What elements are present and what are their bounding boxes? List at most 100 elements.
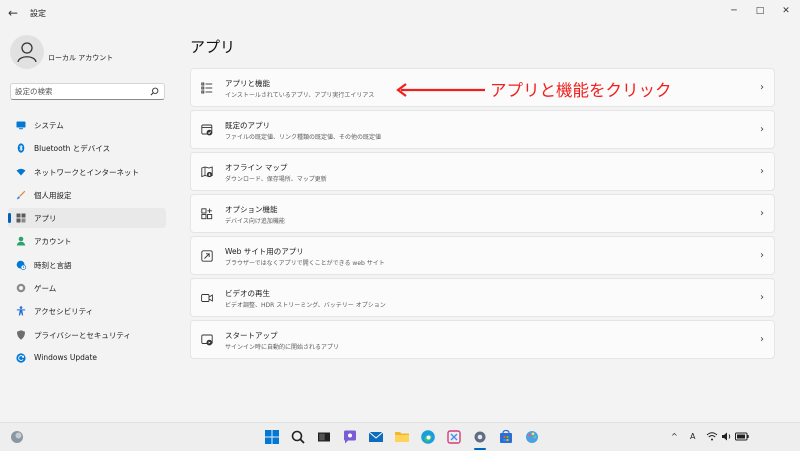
accessibility-icon <box>16 306 26 316</box>
person-icon <box>16 237 26 246</box>
avatar <box>10 35 44 69</box>
sidebar-item-label: アプリ <box>34 214 57 224</box>
annotation-arrow <box>396 83 485 97</box>
card-apps-for-websites[interactable]: Web サイト用のアプリ ブラウザーではなくアプリで開くことができる web サ… <box>190 236 775 275</box>
battery-icon[interactable] <box>735 432 749 441</box>
task-view-icon[interactable] <box>316 429 332 445</box>
sidebar-item-accessibility[interactable]: アクセシビリティ <box>8 301 166 321</box>
paint-icon[interactable] <box>524 429 540 445</box>
open-external-icon <box>201 250 213 262</box>
startup-icon <box>201 334 213 346</box>
chevron-right-icon: › <box>760 208 764 219</box>
sidebar-item-bluetooth[interactable]: Bluetooth とデバイス <box>8 138 166 158</box>
store-icon[interactable] <box>498 429 514 445</box>
gamepad-icon <box>16 283 26 293</box>
apps-icon <box>16 213 26 223</box>
sidebar-item-label: ゲーム <box>34 284 57 294</box>
card-description: ファイルの既定値、リンク種類の既定値、その他の既定値 <box>225 134 382 141</box>
card-offline-maps[interactable]: オフライン マップ ダウンロード、保存場所、マップ更新 › <box>190 152 775 191</box>
chevron-right-icon: › <box>760 292 764 303</box>
chevron-right-icon: › <box>760 250 764 261</box>
brush-icon <box>16 190 26 200</box>
back-button[interactable]: ← <box>8 7 20 19</box>
search-input[interactable] <box>15 85 145 98</box>
sidebar-item-system[interactable]: システム <box>8 115 166 135</box>
card-title: 既定のアプリ <box>225 121 270 130</box>
settings-card-list: アプリと機能 インストールされているアプリ、アプリ実行エイリアス › 既定のアプ… <box>190 68 775 362</box>
sidebar-item-label: 時刻と言語 <box>34 260 72 270</box>
settings-icon[interactable] <box>472 429 488 445</box>
sidebar-item-label: アカウント <box>34 237 72 247</box>
file-explorer-icon[interactable] <box>394 429 410 445</box>
taskbar: ^ A <box>0 422 800 451</box>
sidebar-item-label: Windows Update <box>34 352 98 362</box>
volume-icon[interactable] <box>721 431 733 442</box>
card-title: オフライン マップ <box>225 163 288 172</box>
list-icon <box>201 82 213 94</box>
globe-clock-icon <box>16 260 26 270</box>
video-icon <box>201 294 213 302</box>
chevron-right-icon: › <box>760 334 764 345</box>
user-profile[interactable]: ローカル アカウント <box>10 35 170 75</box>
sidebar-nav: システム Bluetooth とデバイス ネットワークとインターネット 個人用設… <box>8 115 166 371</box>
mail-icon[interactable] <box>368 429 384 445</box>
tray-overflow-chevron[interactable]: ^ <box>671 432 678 441</box>
sidebar-item-network[interactable]: ネットワークとインターネット <box>8 162 166 182</box>
page-title: アプリ <box>190 38 236 56</box>
card-description: サインイン時に自動的に開始されるアプリ <box>225 344 340 351</box>
update-icon <box>16 353 26 363</box>
snipping-icon[interactable] <box>446 429 462 445</box>
card-description: ビデオ調整、HDR ストリーミング、バッテリー オプション <box>225 302 386 309</box>
sidebar-item-gaming[interactable]: ゲーム <box>8 278 166 298</box>
card-description: ダウンロード、保存場所、マップ更新 <box>225 176 327 183</box>
card-title: オプション機能 <box>225 205 278 214</box>
minimize-button[interactable]: ─ <box>724 4 744 18</box>
chevron-right-icon: › <box>760 166 764 177</box>
sidebar-item-label: Bluetooth とデバイス <box>34 144 111 154</box>
card-default-apps[interactable]: 既定のアプリ ファイルの既定値、リンク種類の既定値、その他の既定値 › <box>190 110 775 149</box>
sidebar-item-label: システム <box>34 121 64 130</box>
card-title: スタートアップ <box>225 331 278 340</box>
title-bar: ← 設定 ─ □ ✕ <box>0 0 800 26</box>
shield-icon <box>17 329 25 340</box>
person-icon <box>17 42 37 63</box>
card-description: ブラウザーではなくアプリで開くことができる web サイト <box>225 260 385 267</box>
sidebar-item-time-language[interactable]: 時刻と言語 <box>8 255 166 275</box>
sidebar-item-apps[interactable]: アプリ <box>8 208 166 229</box>
sidebar-item-label: プライバシーとセキュリティ <box>34 330 131 340</box>
close-button[interactable]: ✕ <box>776 4 796 18</box>
chevron-right-icon: › <box>760 82 764 93</box>
wifi-icon[interactable] <box>706 431 718 442</box>
input-language-indicator[interactable]: A <box>690 432 695 441</box>
annotation-text: アプリと機能をクリック <box>490 81 672 100</box>
bluetooth-icon <box>17 143 25 153</box>
optional-features-icon <box>201 208 213 220</box>
wifi-icon <box>16 168 26 176</box>
weather-widget-icon[interactable] <box>10 430 24 444</box>
sidebar-item-label: アクセシビリティ <box>34 307 94 317</box>
card-description: インストールされているアプリ、アプリ実行エイリアス <box>225 92 375 99</box>
card-title: ビデオの再生 <box>225 289 270 298</box>
card-startup[interactable]: スタートアップ サインイン時に自動的に開始されるアプリ › <box>190 320 775 359</box>
search-icon[interactable] <box>150 87 159 96</box>
chat-icon[interactable] <box>342 429 358 445</box>
maximize-button[interactable]: □ <box>750 4 770 18</box>
search-icon[interactable] <box>290 429 306 445</box>
monitor-icon <box>16 121 26 130</box>
settings-search[interactable] <box>10 83 165 100</box>
card-optional-features[interactable]: オプション機能 デバイス向け追加機能 › <box>190 194 775 233</box>
map-icon <box>201 166 213 178</box>
window-title: 設定 <box>30 9 46 18</box>
sidebar-item-label: 個人用設定 <box>34 190 72 200</box>
chevron-right-icon: › <box>760 124 764 135</box>
sidebar-item-personalization[interactable]: 個人用設定 <box>8 185 166 205</box>
card-title: アプリと機能 <box>225 79 270 88</box>
windows-start-icon[interactable] <box>264 429 280 445</box>
card-video-playback[interactable]: ビデオの再生 ビデオ調整、HDR ストリーミング、バッテリー オプション › <box>190 278 775 317</box>
sidebar-item-label: ネットワークとインターネット <box>34 167 139 177</box>
sidebar-item-privacy[interactable]: プライバシーとセキュリティ <box>8 325 166 345</box>
edge-icon[interactable] <box>420 429 436 445</box>
card-title: Web サイト用のアプリ <box>225 247 304 256</box>
sidebar-item-accounts[interactable]: アカウント <box>8 231 166 251</box>
sidebar-item-windows-update[interactable]: Windows Update <box>8 348 166 368</box>
